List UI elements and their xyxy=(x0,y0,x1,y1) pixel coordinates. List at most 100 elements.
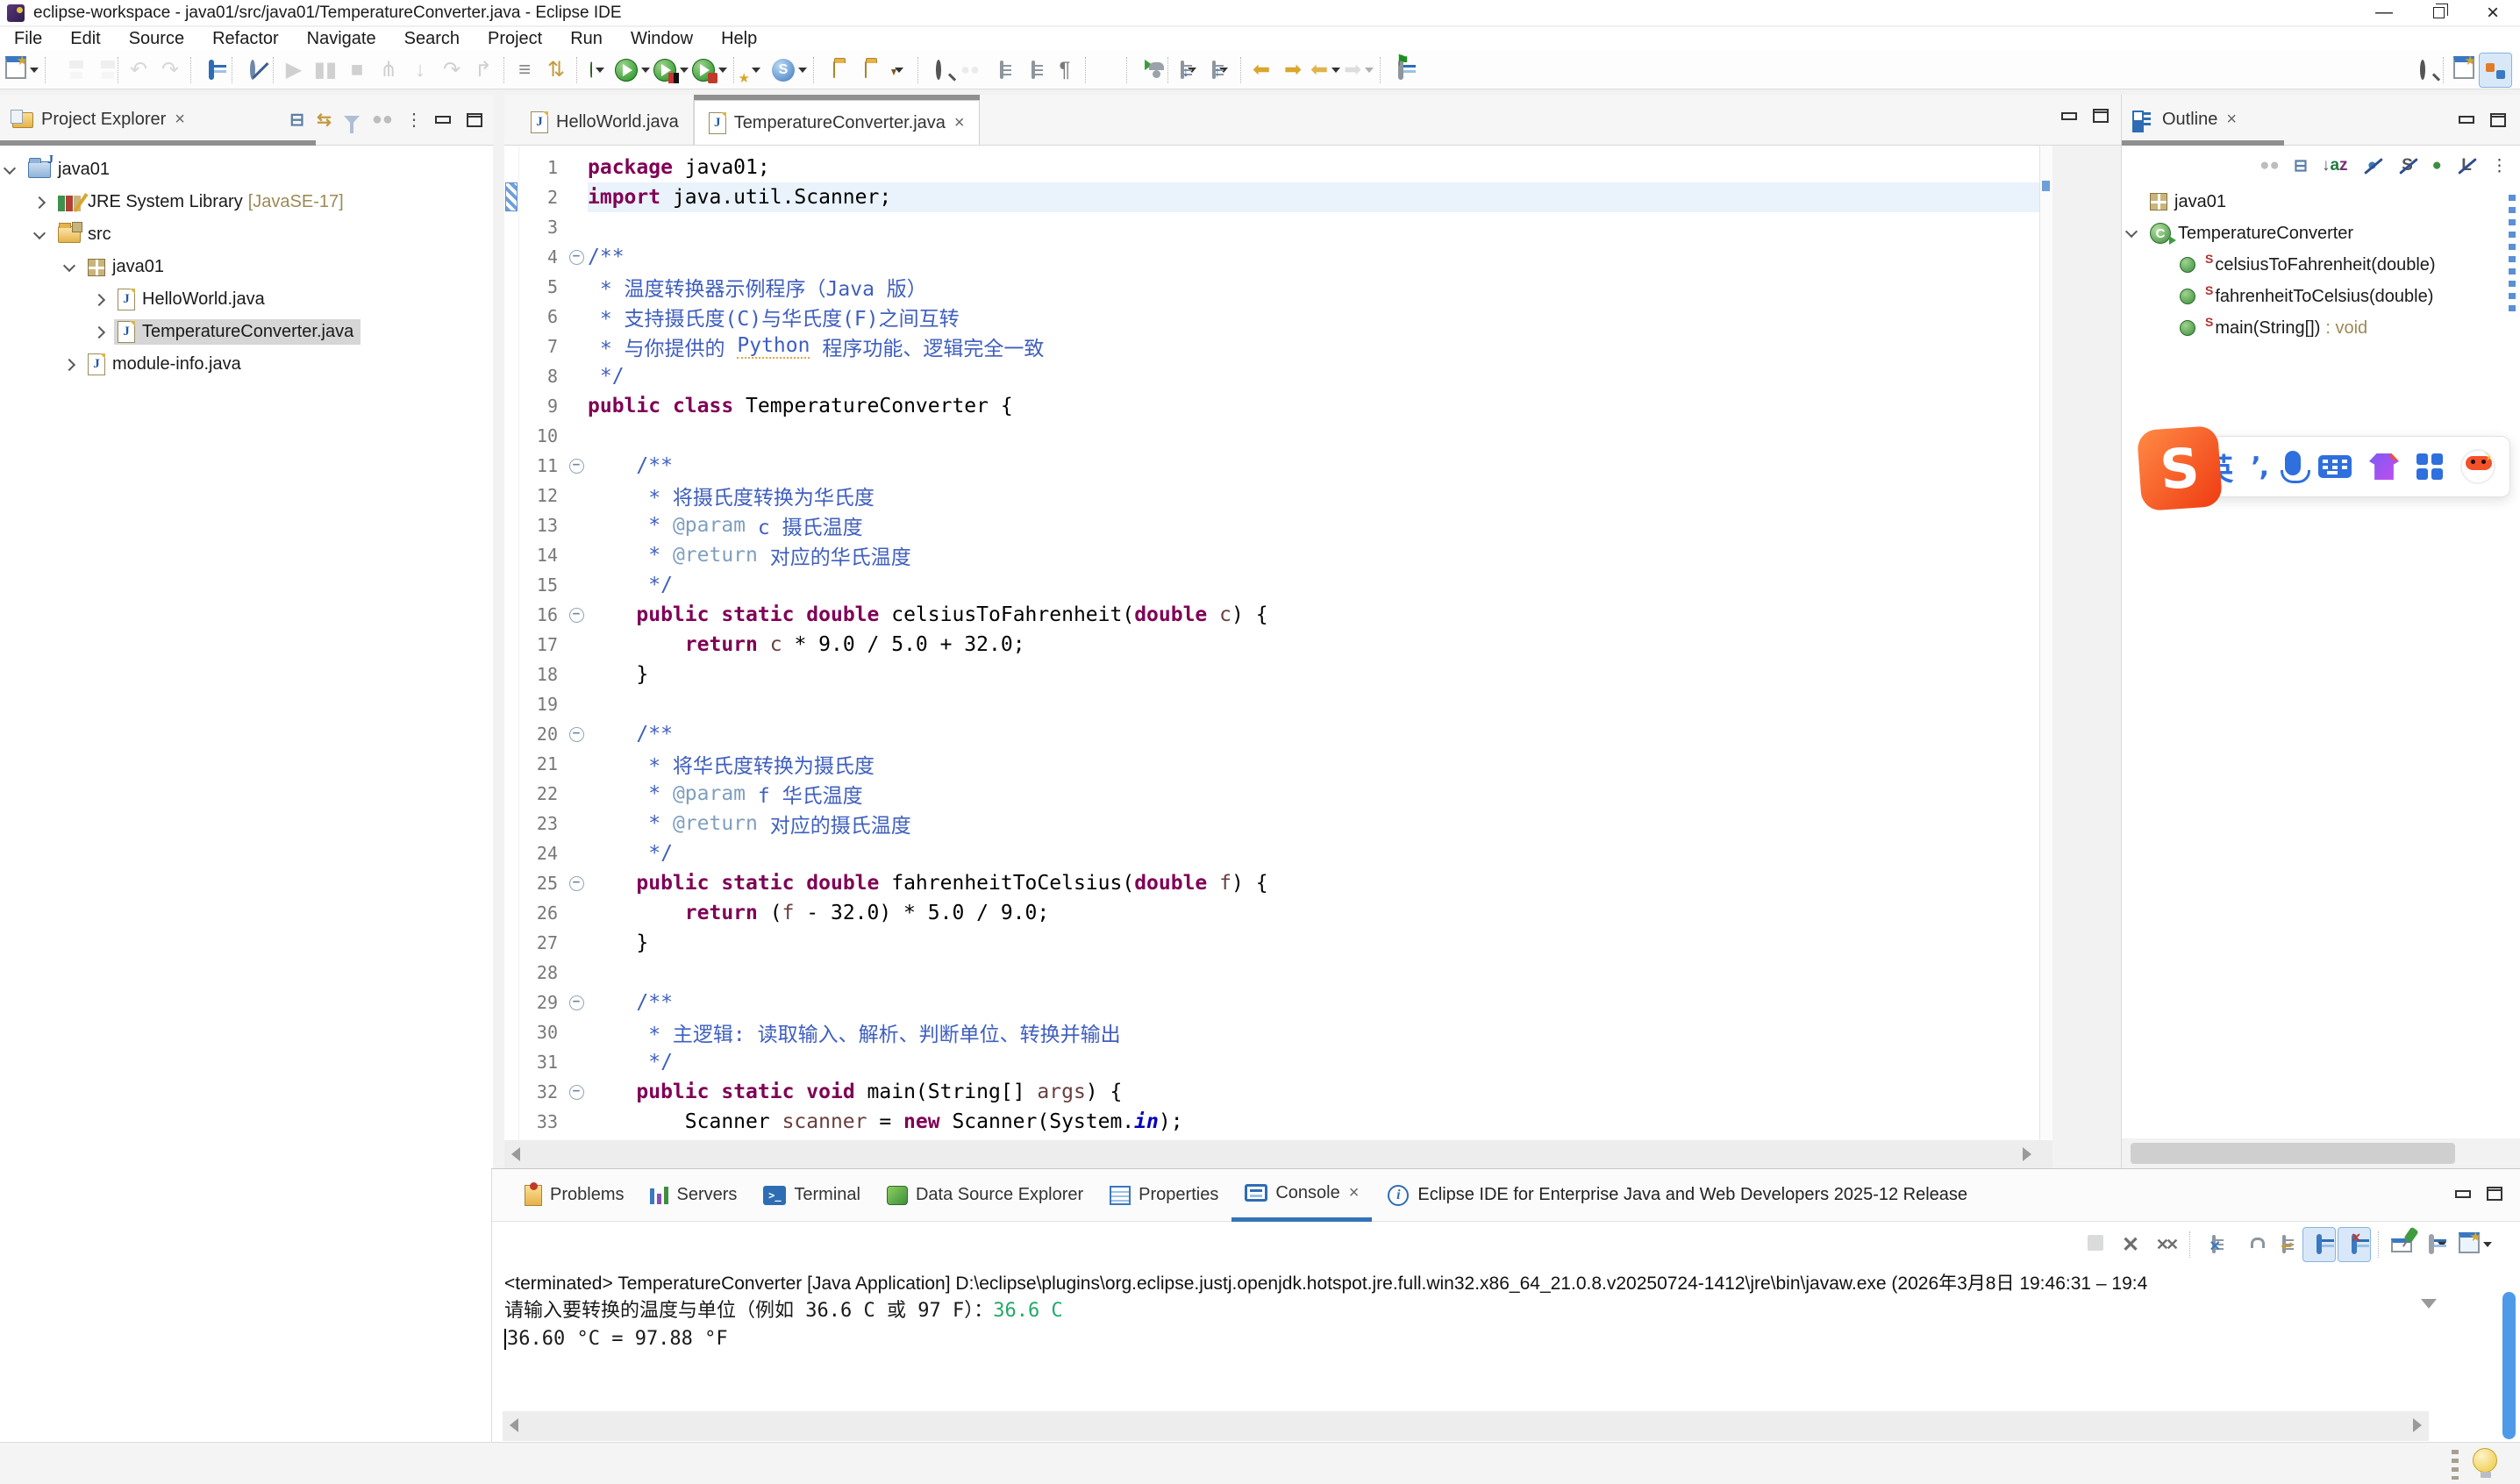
close-icon[interactable]: × xyxy=(175,110,185,130)
fold-collapse-icon[interactable]: − xyxy=(569,995,584,1010)
dropdown-arrow-icon[interactable] xyxy=(680,68,689,73)
forward-to-next-edit-button[interactable]: ➡ xyxy=(1277,54,1309,87)
pin-console-button[interactable] xyxy=(2387,1228,2418,1261)
code-line-32[interactable]: 32− public static void main(String[] arg… xyxy=(519,1077,2039,1107)
code-line-10[interactable]: 10 xyxy=(519,421,2039,451)
code-line-17[interactable]: 17 return c * 9.0 / 5.0 + 32.0; xyxy=(519,630,2039,660)
hide-static-icon[interactable]: S xyxy=(2397,156,2418,175)
code-line-26[interactable]: 26 return (f - 32.0) * 5.0 / 9.0; xyxy=(519,898,2039,928)
tree-item-temperatureconverter-java[interactable]: JTemperatureConverter.java xyxy=(0,316,493,348)
new-web-wizard-button[interactable]: ★ xyxy=(739,54,770,87)
save-button[interactable] xyxy=(50,54,82,87)
tree-item-celsiustofahrenheit-double-[interactable]: ScelsiusToFahrenheit(double) xyxy=(2122,249,2520,281)
code-line-27[interactable]: 27 } xyxy=(519,928,2039,958)
code-line-31[interactable]: 31 */ xyxy=(519,1047,2039,1077)
last-edit-location-button[interactable]: ⚑ xyxy=(1385,54,1417,87)
outline-scrollbar[interactable] xyxy=(2509,195,2516,314)
coverage-button[interactable] xyxy=(652,54,690,87)
link-with-editor-icon[interactable]: ⇆ xyxy=(317,109,332,131)
focus-group-icon[interactable]: ●● xyxy=(372,110,393,130)
tab-servers[interactable]: Servers xyxy=(637,1169,750,1222)
view-menu-icon[interactable]: ⋮ xyxy=(2491,156,2508,176)
code-line-7[interactable]: 7 * 与你提供的 Python 程序功能、逻辑完全一致 xyxy=(519,332,2039,361)
previous-annotation-button[interactable]: ↑ xyxy=(1204,54,1236,87)
chevron-down-icon[interactable] xyxy=(33,226,46,239)
minimize-editor-icon[interactable] xyxy=(2061,112,2077,120)
chevron-right-icon[interactable] xyxy=(93,325,105,338)
dropdown-arrow-icon[interactable] xyxy=(641,68,650,73)
minimize-view-icon[interactable] xyxy=(435,116,451,124)
dropdown-arrow-icon[interactable] xyxy=(2438,1242,2446,1247)
terminate-button[interactable] xyxy=(2080,1228,2111,1261)
fold-collapse-icon[interactable]: − xyxy=(569,250,584,265)
scroll-lock-button[interactable] xyxy=(2233,1228,2265,1261)
code-line-20[interactable]: 20− /** xyxy=(519,719,2039,749)
code-line-29[interactable]: 29− /** xyxy=(519,988,2039,1017)
dropdown-arrow-icon[interactable] xyxy=(1331,68,1340,73)
fold-collapse-icon[interactable]: − xyxy=(569,876,584,891)
chevron-down-icon[interactable] xyxy=(63,259,75,271)
code-line-2[interactable]: 2import java.util.Scanner; xyxy=(519,182,2039,212)
dropdown-arrow-icon[interactable] xyxy=(798,68,807,73)
collapse-all-icon[interactable]: ⊟ xyxy=(289,109,304,131)
next-annotation-button[interactable]: ↓ xyxy=(1173,54,1204,87)
undo-button[interactable]: ↶ xyxy=(123,54,154,87)
code-line-8[interactable]: 8 */ xyxy=(519,361,2039,391)
hide-non-public-icon[interactable]: ● xyxy=(2432,156,2442,175)
fold-collapse-icon[interactable]: − xyxy=(569,727,584,742)
user-profile-button[interactable] xyxy=(1132,54,1163,87)
show-console-stderr-button[interactable]: ✕ xyxy=(2338,1228,2370,1261)
code-line-13[interactable]: 13 * @param c 摄氏温度 xyxy=(519,510,2039,540)
toolbox-icon[interactable] xyxy=(2416,453,2443,480)
scroll-left-icon[interactable] xyxy=(510,1418,518,1432)
collapse-all-icon[interactable]: ⊟ xyxy=(2294,156,2308,176)
code-line-12[interactable]: 12 * 将摄氏度转换为华氏度 xyxy=(519,481,2039,510)
open-task-button[interactable] xyxy=(196,54,227,87)
mark-occurrences-button[interactable] xyxy=(882,54,913,87)
tree-item-java01[interactable]: java01 xyxy=(0,251,493,283)
chevron-right-icon[interactable] xyxy=(93,293,105,305)
code-line-4[interactable]: 4−/** xyxy=(519,242,2039,272)
code-line-25[interactable]: 25− public static double fahrenheitToCel… xyxy=(519,868,2039,898)
punctuation-icon[interactable]: ’, xyxy=(2251,452,2267,482)
scrollbar-thumb[interactable] xyxy=(2131,1143,2455,1164)
menu-file[interactable]: File xyxy=(0,27,56,51)
dropdown-arrow-icon[interactable] xyxy=(30,68,39,73)
profile-button[interactable] xyxy=(690,54,729,87)
tree-item-main-string-[interactable]: Smain(String[]) : void xyxy=(2122,312,2520,344)
code-editor[interactable]: 1package java01;2import java.util.Scanne… xyxy=(504,146,2052,1140)
debug-button[interactable] xyxy=(582,54,613,87)
editor-tab-helloworld-java[interactable]: JHelloWorld.java xyxy=(517,100,694,145)
clear-console-button[interactable]: ✕ xyxy=(2198,1228,2230,1261)
maximize-view-icon[interactable] xyxy=(2490,113,2506,127)
fold-collapse-icon[interactable]: − xyxy=(569,1085,584,1100)
drag-handle[interactable] xyxy=(2452,1450,2459,1480)
dropdown-arrow-icon[interactable] xyxy=(752,68,760,73)
assistant-icon[interactable]: ★ xyxy=(2460,449,2495,484)
close-icon[interactable]: × xyxy=(954,113,965,133)
keyboard-icon[interactable] xyxy=(2318,455,2352,478)
tab-data-source-explorer[interactable]: Data Source Explorer xyxy=(874,1169,1096,1222)
view-menu-icon[interactable]: ⋮ xyxy=(405,109,423,131)
maximize-editor-icon[interactable] xyxy=(2093,109,2109,123)
open-perspective-button[interactable]: ★ xyxy=(2448,54,2480,87)
restore-button[interactable] xyxy=(2411,0,2466,26)
editor-horizontal-scrollbar[interactable] xyxy=(504,1140,2052,1168)
search-button[interactable] xyxy=(2407,54,2438,87)
maximize-view-icon[interactable] xyxy=(2487,1187,2502,1201)
code-line-3[interactable]: 3 xyxy=(519,212,2039,242)
hide-local-types-icon[interactable]: L xyxy=(2456,156,2477,175)
menu-search[interactable]: Search xyxy=(390,27,474,51)
menu-window[interactable]: Window xyxy=(617,27,707,51)
tree-item-java01[interactable]: java01 xyxy=(0,153,493,186)
microphone-icon[interactable] xyxy=(2285,451,2301,475)
launch-configurations-button[interactable]: ≡ xyxy=(509,54,540,87)
step-over-button[interactable]: ↷ xyxy=(436,54,468,87)
tab-console[interactable]: Console× xyxy=(1231,1169,1372,1222)
remove-launch-button[interactable]: ✕ xyxy=(2115,1228,2146,1261)
focus-group-icon[interactable]: ●● xyxy=(2259,156,2280,175)
dropdown-arrow-icon[interactable] xyxy=(2483,1242,2492,1247)
chevron-down-icon[interactable] xyxy=(2125,225,2138,238)
chevron-right-icon[interactable] xyxy=(33,196,46,208)
console-vertical-scrollbar[interactable] xyxy=(2502,1292,2516,1439)
